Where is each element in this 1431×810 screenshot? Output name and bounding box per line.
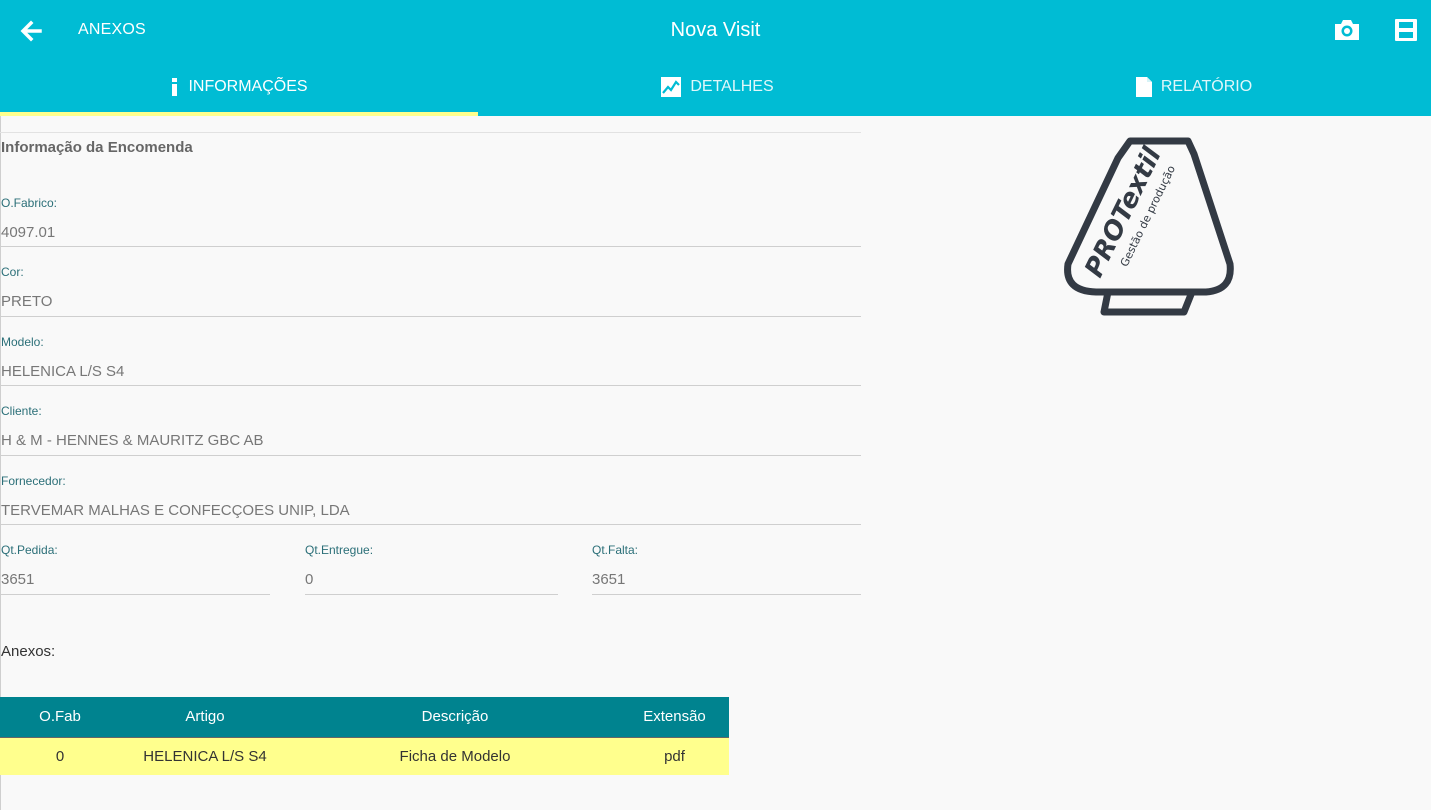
anexos-title: Anexos: [1,643,56,660]
table-cell: 0 [0,736,120,775]
tab-label: DETALHES [690,78,774,95]
qt-pedida-label: Qt.Pedida: [1,543,58,557]
fornecedor-field[interactable]: TERVEMAR MALHAS E CONFECÇOES UNIP, LDA [1,502,350,519]
cor-field[interactable]: PRETO [1,293,52,310]
tab-label: RELATÓRIO [1160,78,1253,95]
image-icon [660,76,682,98]
qt-pedida-field[interactable]: 3651 [1,571,34,588]
camera-button[interactable] [1332,16,1362,44]
tab-informacoes[interactable]: INFORMAÇÕES [0,66,478,116]
info-icon [170,76,180,98]
qt-entregue-label: Qt.Entregue: [305,543,374,557]
fornecedor-label: Fornecedor: [1,474,66,488]
section-title: Informação da Encomenda [1,139,193,156]
column-header[interactable]: O.Fab [0,697,120,737]
protextil-logo: PROTextil Gestão de produção [1064,137,1234,316]
document-icon [1135,76,1153,98]
table-cell: HELENICA L/S S4 [120,736,290,775]
app-header: ANEXOS Nova Visit INFORMAÇÕES DETALHES R… [0,0,1431,116]
ofabrico-label: O.Fabrico: [1,196,58,210]
save-icon [1395,19,1417,41]
field-underline [305,594,558,595]
column-header[interactable]: Artigo [120,697,290,737]
field-underline [0,455,861,456]
cor-label: Cor: [1,265,24,279]
field-underline [0,316,861,317]
qt-falta-field[interactable]: 3651 [592,571,625,588]
field-underline [0,246,861,247]
column-header[interactable]: Descrição [290,697,620,737]
table-row[interactable]: 0 HELENICA L/S S4 Ficha de Modelo pdf [0,736,729,775]
attachments-table: O.Fab Artigo Descrição Extensão 0 HELENI… [0,697,729,775]
page-title: Nova Visit [670,19,761,41]
table-cell: Ficha de Modelo [290,736,620,775]
camera-icon [1335,20,1359,40]
active-tab-indicator [0,112,478,116]
ofabrico-field[interactable]: 4097.01 [1,224,55,241]
cliente-field[interactable]: H & M - HENNES & MAURITZ GBC AB [1,432,264,449]
field-underline [0,524,861,525]
tab-label: INFORMAÇÕES [188,78,308,95]
modelo-label: Modelo: [1,335,44,349]
qt-entregue-field[interactable]: 0 [305,571,313,588]
field-underline [0,385,861,386]
field-underline [592,594,861,595]
column-header[interactable]: Extensão [620,697,729,737]
cliente-label: Cliente: [1,404,42,418]
modelo-field[interactable]: HELENICA L/S S4 [1,363,124,380]
save-button[interactable] [1392,16,1420,44]
qt-falta-label: Qt.Falta: [592,543,639,557]
tab-relatorio[interactable]: RELATÓRIO [956,66,1431,116]
table-header-row: O.Fab Artigo Descrição Extensão [0,697,729,737]
field-underline [0,594,270,595]
tab-detalhes[interactable]: DETALHES [478,66,956,116]
table-cell: pdf [620,736,729,775]
divider [0,132,861,133]
